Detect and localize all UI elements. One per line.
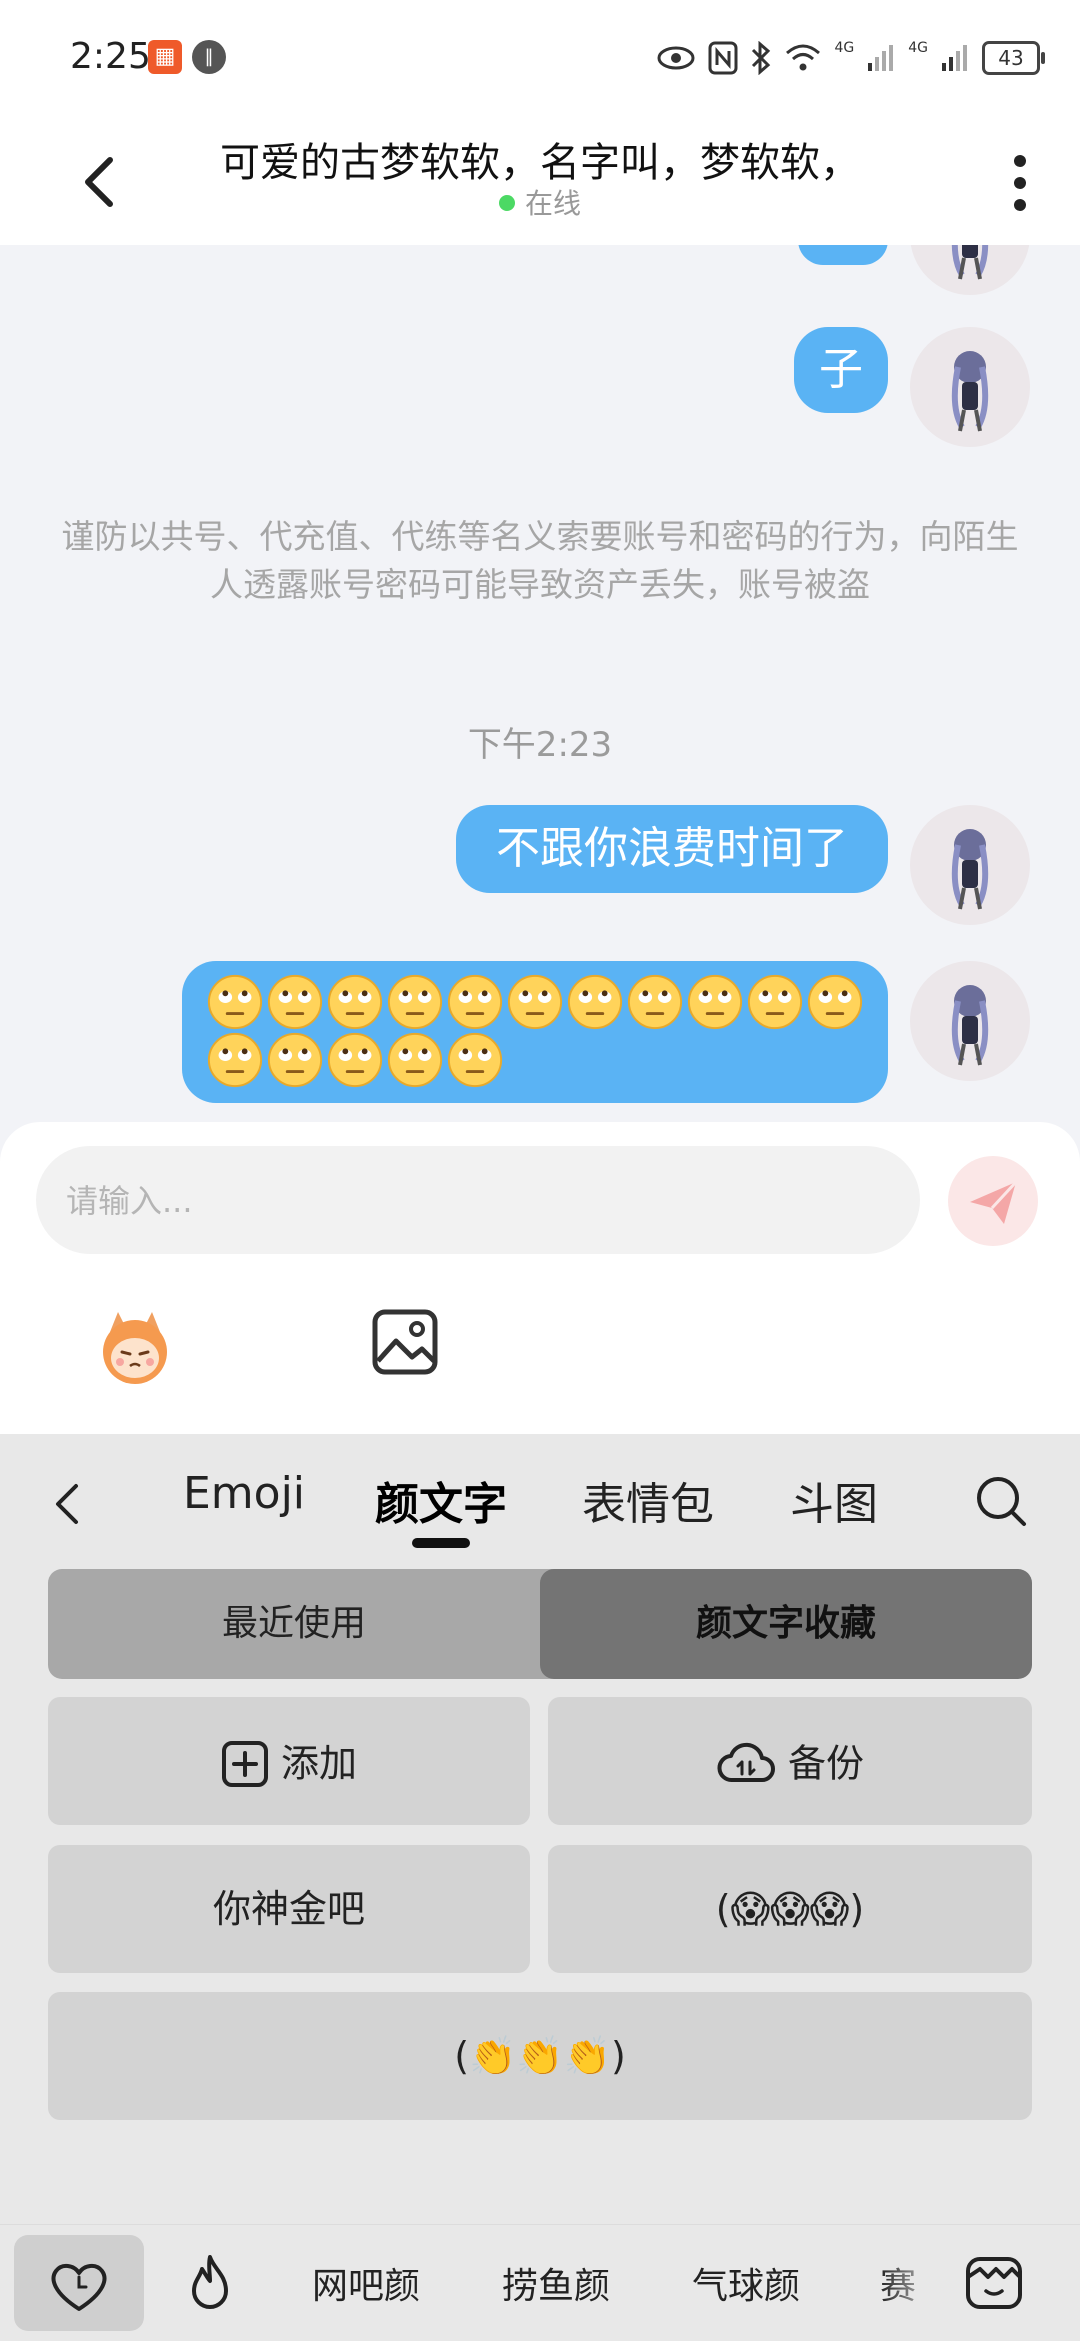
- cloud-sync-icon: [717, 1742, 775, 1782]
- app-notification-icon: ▦: [148, 40, 182, 74]
- paper-plane-icon: [970, 1180, 1018, 1224]
- tab-emoji[interactable]: Emoji: [183, 1468, 305, 1519]
- avatar[interactable]: [910, 805, 1030, 925]
- kaomoji-item[interactable]: (😱😱😱): [548, 1845, 1032, 1973]
- app-notification-icon-2: ‖: [192, 40, 226, 74]
- rolling-eyes-emoji-icon: [447, 974, 503, 1030]
- rolling-eyes-emoji-icon: [807, 974, 863, 1030]
- chat-header: 可爱的古梦软软，名字叫，梦软软， 在线: [0, 120, 1080, 245]
- message-text: 不跟你浪费时间了: [496, 823, 848, 874]
- image-picker-button[interactable]: [370, 1307, 440, 1377]
- signal-icon: [868, 45, 894, 71]
- message-bubble[interactable]: 不跟你浪费时间了: [456, 805, 888, 893]
- avatar-character-icon: [951, 829, 989, 910]
- signal-icon-2: [942, 45, 967, 71]
- message-timestamp: 下午2:23: [467, 725, 613, 765]
- more-options-button[interactable]: [1000, 145, 1040, 225]
- rolling-eyes-emoji-icon: [327, 1032, 383, 1088]
- kaomoji-category-bar: 网吧颜 捞鱼颜 气球颜 赛: [0, 2224, 1080, 2341]
- sticker-library-icon[interactable]: [962, 2251, 1026, 2315]
- category-tab[interactable]: 气球颜: [692, 2257, 800, 2309]
- chat-title: 可爱的古梦软软，名字叫，梦软软，: [220, 140, 860, 186]
- emoji-grid: [206, 973, 876, 1089]
- active-tab-indicator: [412, 1538, 470, 1548]
- message-bubble[interactable]: 子: [794, 327, 888, 413]
- kaomoji-item[interactable]: (👏👏👏): [48, 1992, 1032, 2120]
- backup-button[interactable]: 备份: [548, 1697, 1032, 1825]
- emoji-row: [206, 973, 876, 1031]
- message-text: 子: [819, 344, 863, 395]
- send-button[interactable]: [948, 1156, 1038, 1246]
- category-favorites[interactable]: [14, 2235, 144, 2331]
- emoji-row: [206, 1031, 876, 1089]
- rolling-eyes-emoji-icon: [387, 974, 443, 1030]
- flame-icon[interactable]: [180, 2251, 240, 2315]
- online-dot-icon: [498, 195, 515, 211]
- tab-stickers[interactable]: 表情包: [582, 1468, 714, 1532]
- status-icons: 4G 4G 43: [656, 38, 1045, 78]
- emoji-message-bubble[interactable]: [182, 961, 888, 1103]
- message-composer: [0, 1122, 1080, 1434]
- wifi-icon: [786, 44, 821, 71]
- network-type-2: 4G: [908, 40, 928, 56]
- backup-label: 备份: [787, 1741, 864, 1786]
- kaomoji-panel: Emoji 颜文字 表情包 斗图 最近使用 颜文字收藏 添加 备份 你神金吧 (…: [0, 1434, 1080, 2340]
- search-icon[interactable]: [974, 1474, 1030, 1530]
- panel-tabs: Emoji 颜文字 表情包 斗图: [0, 1434, 1080, 1564]
- status-bar: 2:25 ▦ ‖ 4G 4G 43: [0, 0, 1080, 120]
- message-bubble-partial[interactable]: [798, 245, 888, 265]
- rolling-eyes-emoji-icon: [747, 974, 803, 1030]
- category-tab[interactable]: 捞鱼颜: [502, 2257, 610, 2309]
- segment-favorites[interactable]: 颜文字收藏: [540, 1569, 1032, 1679]
- avatar-character-icon: [951, 985, 989, 1066]
- rolling-eyes-emoji-icon: [207, 974, 263, 1030]
- bluetooth-icon: [752, 41, 771, 75]
- image-icon: [372, 1309, 438, 1375]
- rolling-eyes-emoji-icon: [267, 1032, 323, 1088]
- rolling-eyes-emoji-icon: [687, 974, 743, 1030]
- avatar-character-icon: [951, 245, 989, 280]
- avatar-character-icon: [951, 351, 989, 432]
- rolling-eyes-emoji-icon: [447, 1032, 503, 1088]
- online-status: 在线: [0, 182, 1080, 222]
- network-type-1: 4G: [834, 40, 855, 56]
- category-tab[interactable]: 网吧颜: [312, 2257, 420, 2309]
- chat-messages[interactable]: 子 谨防以共号、代充值、代练等名义索要账号和密码的行为，向陌生人透露账号密码可能…: [0, 245, 1080, 1125]
- category-fade: [880, 2225, 960, 2341]
- segment-recent[interactable]: 最近使用: [48, 1569, 540, 1679]
- tab-kaomoji[interactable]: 颜文字: [375, 1468, 507, 1532]
- rolling-eyes-emoji-icon: [507, 974, 563, 1030]
- eye-icon: [657, 46, 695, 70]
- plus-square-icon: [221, 1740, 268, 1787]
- avatar[interactable]: [910, 961, 1030, 1081]
- kaomoji-item[interactable]: 你神金吧: [48, 1845, 530, 1973]
- nfc-icon: [708, 41, 738, 75]
- tab-doutu[interactable]: 斗图: [790, 1468, 878, 1532]
- rolling-eyes-emoji-icon: [327, 974, 383, 1030]
- mascot-face-icon: [103, 1312, 167, 1384]
- avatar[interactable]: [910, 245, 1030, 295]
- message-input-container[interactable]: [36, 1146, 920, 1256]
- online-status-label: 在线: [524, 187, 581, 220]
- heart-clock-icon: [51, 2264, 107, 2311]
- add-label: 添加: [280, 1741, 357, 1786]
- rolling-eyes-emoji-icon: [267, 974, 323, 1030]
- rolling-eyes-emoji-icon: [567, 974, 623, 1030]
- battery-indicator: 43: [982, 41, 1045, 75]
- status-time: 2:25: [70, 36, 151, 77]
- add-kaomoji-button[interactable]: 添加: [48, 1697, 530, 1825]
- security-notice: 谨防以共号、代充值、代练等名义索要账号和密码的行为，向陌生人透露账号密码可能导致…: [61, 517, 1019, 604]
- rolling-eyes-emoji-icon: [387, 1032, 443, 1088]
- panel-back-icon[interactable]: [48, 1474, 88, 1534]
- avatar[interactable]: [910, 327, 1030, 447]
- kaomoji-segmented-control: 最近使用 颜文字收藏: [48, 1569, 1032, 1679]
- message-input[interactable]: [64, 1146, 868, 1256]
- rolling-eyes-emoji-icon: [627, 974, 683, 1030]
- rolling-eyes-emoji-icon: [207, 1032, 263, 1088]
- mascot-sticker-button[interactable]: [90, 1302, 180, 1392]
